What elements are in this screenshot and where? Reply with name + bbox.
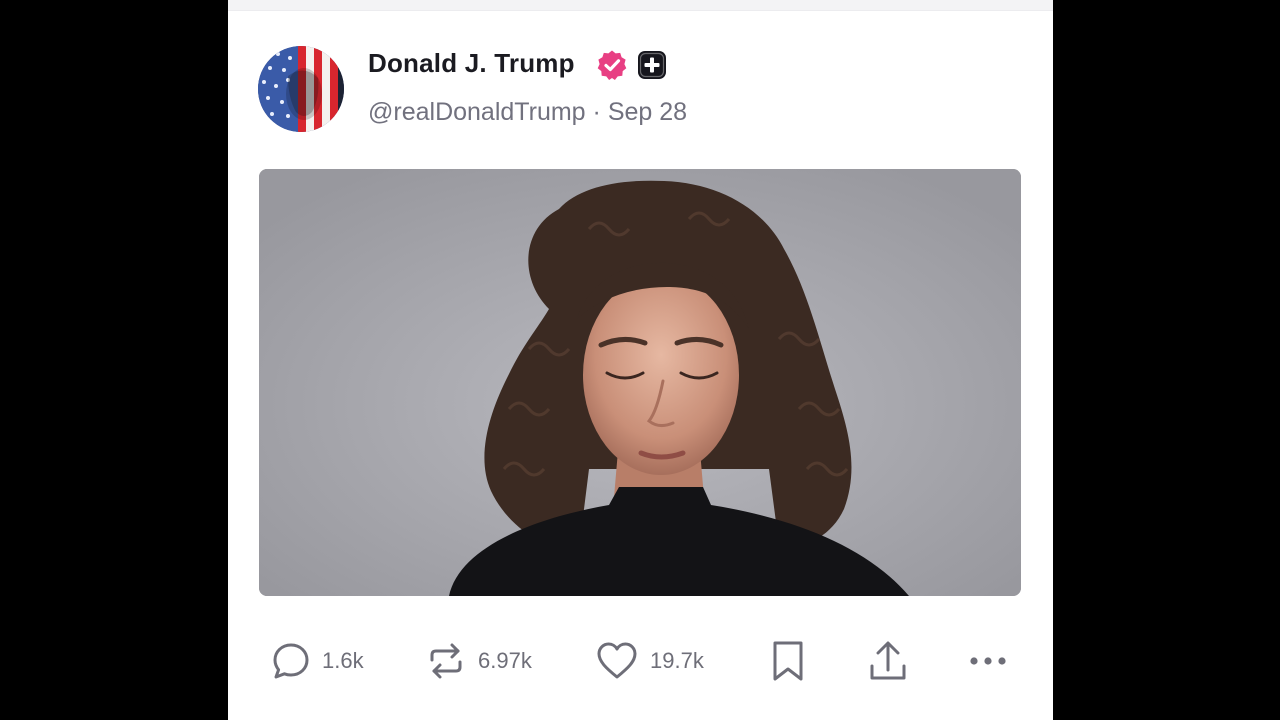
like-button[interactable]: 19.7k: [596, 636, 704, 686]
repost-arrows-icon: [430, 643, 462, 679]
share-upload-icon: [870, 641, 906, 680]
heart-icon: [597, 642, 637, 679]
plus-badge-icon: [638, 51, 666, 79]
post-card: Donald J. Trump @realDonaldTrump · Sep 2…: [228, 0, 1053, 720]
author-display-name[interactable]: Donald J. Trump: [368, 48, 575, 79]
bookmark-icon: [773, 641, 803, 681]
post-video[interactable]: [259, 169, 1021, 596]
reply-button[interactable]: 1.6k: [272, 636, 364, 686]
share-button[interactable]: [868, 636, 908, 686]
top-divider: [228, 0, 1053, 11]
avatar-flag-face-icon: [258, 46, 344, 132]
post-date[interactable]: Sep 28: [608, 98, 687, 126]
more-options-button[interactable]: [968, 636, 1008, 686]
reply-count: 1.6k: [322, 648, 364, 673]
reply-bubble-icon: [273, 643, 309, 679]
ellipsis-icon: [970, 657, 1006, 665]
like-count: 19.7k: [650, 648, 704, 673]
author-handle[interactable]: @realDonaldTrump: [368, 98, 586, 126]
meta-separator: ·: [592, 98, 601, 126]
repost-count: 6.97k: [478, 648, 532, 673]
repost-button[interactable]: 6.97k: [426, 636, 532, 686]
post-actions: 1.6k 6.97k 19.7k: [228, 636, 1053, 686]
avatar[interactable]: [258, 46, 344, 132]
woman-portrait-video-frame: [259, 169, 1021, 596]
verified-check-icon: [597, 50, 627, 80]
author-meta: @realDonaldTrump · Sep 28: [368, 98, 687, 127]
bookmark-button[interactable]: [772, 636, 804, 686]
